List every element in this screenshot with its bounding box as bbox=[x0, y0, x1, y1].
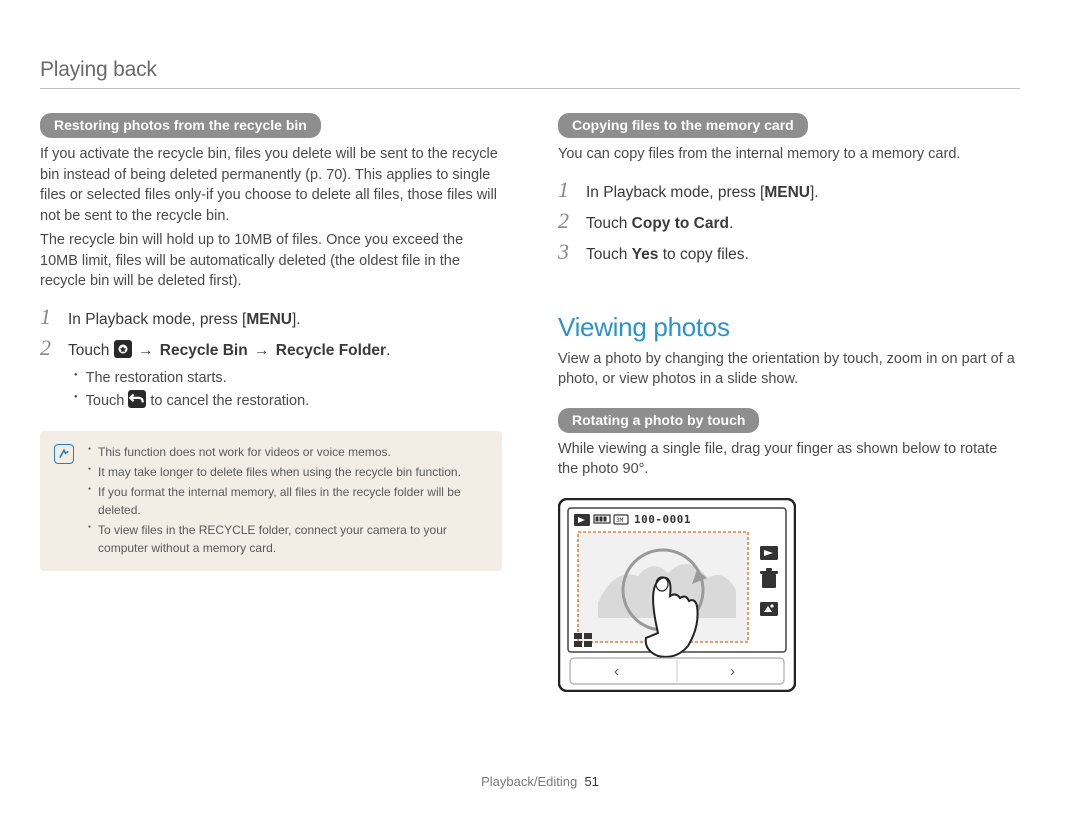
bullet-text: Touch bbox=[86, 393, 129, 409]
step-text: In Playback mode, press [ bbox=[68, 311, 246, 328]
step-number: 3 bbox=[558, 241, 576, 263]
step-text: . bbox=[729, 215, 733, 232]
step-item: 2 Touch Copy to Card. bbox=[558, 210, 1020, 233]
note-text: To view files in the RECYCLE folder, con… bbox=[98, 521, 486, 557]
footer-section: Playback/Editing bbox=[481, 774, 577, 789]
step-text: ]. bbox=[810, 184, 819, 201]
edit-icon bbox=[760, 602, 778, 616]
svg-text:3M: 3M bbox=[616, 517, 624, 524]
bullet-text: The restoration starts. bbox=[86, 368, 227, 390]
subsection-pill-copy: Copying files to the memory card bbox=[558, 113, 808, 138]
step-item: 1 In Playback mode, press [MENU]. bbox=[40, 306, 502, 329]
yes-label: Yes bbox=[632, 246, 659, 263]
note-text: This function does not work for videos o… bbox=[98, 443, 391, 461]
rotate-gesture-illustration: 3M 100-0001 bbox=[558, 498, 796, 692]
step-text: In Playback mode, press [ bbox=[586, 184, 764, 201]
menu-key: MENU bbox=[764, 184, 810, 201]
arrow-right-icon: → bbox=[252, 342, 272, 359]
subsection-pill-rotate: Rotating a photo by touch bbox=[558, 408, 759, 433]
note-callout: This function does not work for videos o… bbox=[40, 431, 502, 571]
step-text: Touch bbox=[68, 342, 114, 359]
prev-arrow-icon: ‹ bbox=[614, 663, 619, 680]
step-number: 2 bbox=[558, 210, 576, 232]
step-text: ]. bbox=[292, 311, 301, 328]
gear-tools-icon bbox=[114, 340, 132, 358]
bullet-text: to cancel the restoration. bbox=[150, 393, 309, 409]
back-return-icon bbox=[128, 390, 146, 408]
right-column: Copying files to the memory card You can… bbox=[558, 113, 1020, 697]
step-text: . bbox=[386, 342, 390, 359]
arrow-right-icon: → bbox=[136, 342, 156, 359]
footer-page-number: 51 bbox=[584, 774, 598, 789]
trash-icon bbox=[760, 568, 778, 588]
section-heading-viewing: Viewing photos bbox=[558, 312, 1020, 343]
paragraph: While viewing a single file, drag your f… bbox=[558, 439, 1020, 480]
next-arrow-icon: › bbox=[730, 663, 735, 680]
recycle-folder-label: Recycle Folder bbox=[276, 342, 386, 359]
paragraph: If you activate the recycle bin, files y… bbox=[40, 144, 502, 226]
file-counter-label: 100-0001 bbox=[634, 513, 691, 526]
step-number: 1 bbox=[40, 306, 58, 328]
step-text: Touch bbox=[586, 215, 632, 232]
step-number: 2 bbox=[40, 337, 58, 359]
left-column: Restoring photos from the recycle bin If… bbox=[40, 113, 502, 697]
paragraph: You can copy files from the internal mem… bbox=[558, 144, 1020, 165]
note-text: If you format the internal memory, all f… bbox=[98, 483, 486, 519]
copy-to-card-label: Copy to Card bbox=[632, 215, 729, 232]
step-item: 3 Touch Yes to copy files. bbox=[558, 241, 1020, 264]
page-footer: Playback/Editing 51 bbox=[0, 774, 1080, 789]
paragraph: The recycle bin will hold up to 10MB of … bbox=[40, 230, 502, 292]
menu-key: MENU bbox=[246, 311, 292, 328]
page-header: Playing back bbox=[40, 58, 1020, 89]
step-text: Touch bbox=[586, 246, 632, 263]
step-text: to copy files. bbox=[658, 246, 748, 263]
step-number: 1 bbox=[558, 179, 576, 201]
recycle-bin-label: Recycle Bin bbox=[160, 342, 252, 359]
paragraph: View a photo by changing the orientation… bbox=[558, 349, 1020, 390]
note-text: It may take longer to delete files when … bbox=[98, 463, 461, 481]
step-item: 2 Touch → Recycle Bin → Recycle Folder. bbox=[40, 337, 502, 360]
info-note-icon bbox=[54, 444, 74, 464]
step-item: 1 In Playback mode, press [MENU]. bbox=[558, 179, 1020, 202]
subsection-pill-restore: Restoring photos from the recycle bin bbox=[40, 113, 321, 138]
